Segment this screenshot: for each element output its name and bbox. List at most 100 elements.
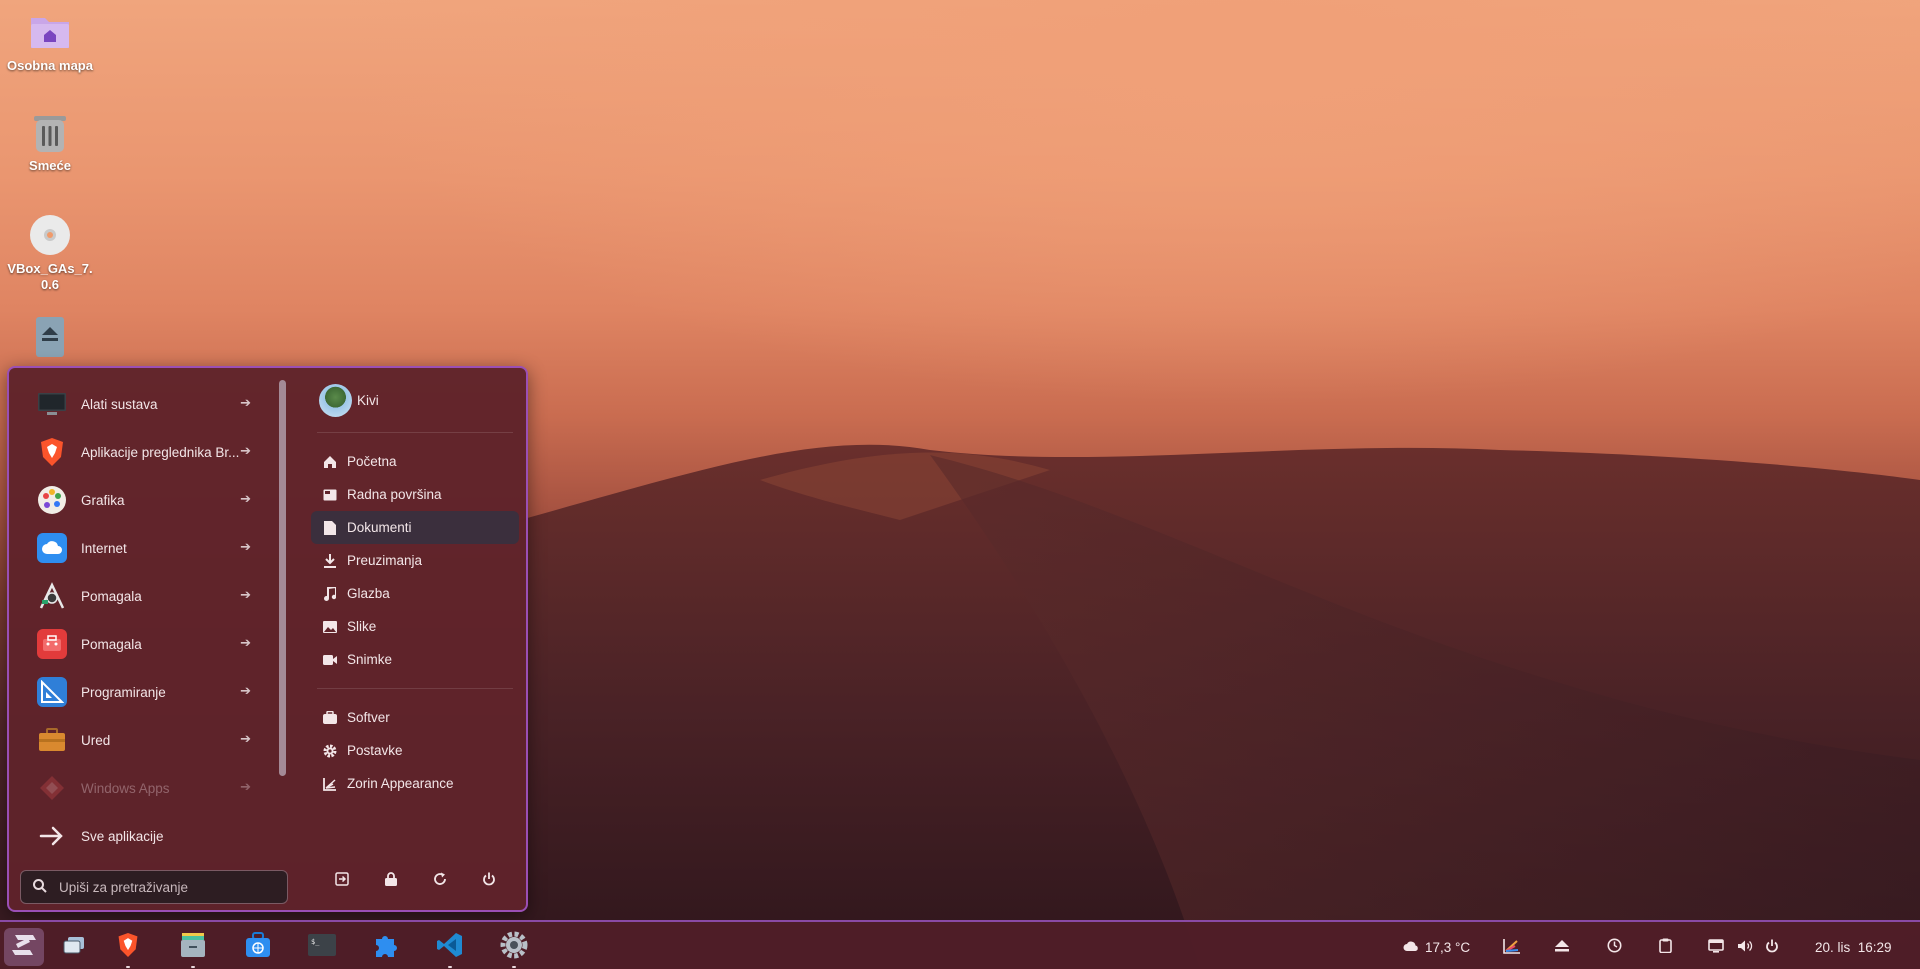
category-accessibility[interactable]: Pomagala ➔: [21, 572, 271, 620]
restart-button[interactable]: [425, 866, 455, 896]
running-indicator: [512, 966, 516, 968]
briefcase-icon: [37, 725, 67, 755]
desktop-icon-label: VBox_GAs_7. 0.6: [7, 261, 93, 292]
logout-button[interactable]: [327, 866, 357, 896]
video-icon: [323, 653, 337, 667]
category-label: Pomagala: [81, 636, 142, 652]
zorin-logo-icon: [10, 933, 38, 962]
tray-eject[interactable]: [1555, 936, 1569, 958]
category-programming[interactable]: Programiranje ➔: [21, 668, 271, 716]
session-buttons: [311, 866, 519, 896]
place-pictures[interactable]: Slike: [311, 610, 519, 643]
taskbar-settings[interactable]: [494, 928, 534, 968]
arrow-right-icon: [37, 821, 67, 851]
taskbar-software-store[interactable]: [238, 928, 278, 966]
place-label: Preuzimanja: [347, 553, 423, 568]
tray-power[interactable]: [1765, 936, 1779, 958]
arrow-right-icon: ➔: [240, 635, 251, 650]
category-system-tools[interactable]: Alati sustava ➔: [21, 380, 271, 428]
trash-icon: [28, 110, 72, 154]
divider: [317, 432, 513, 433]
cloud-sun-icon: [1403, 939, 1419, 956]
desktop-icon-drive[interactable]: [0, 315, 100, 363]
category-label: Aplikacije preglednika Br...: [81, 444, 240, 460]
running-indicator: [448, 966, 452, 968]
category-list: Alati sustava ➔ Aplikacije preglednika B…: [21, 380, 271, 860]
accessibility-tools-icon: [37, 581, 67, 611]
category-label: Ured: [81, 732, 111, 748]
place-label: Slike: [347, 619, 377, 634]
place-home[interactable]: Početna: [311, 445, 519, 478]
desktop-icon-vbox-disc[interactable]: VBox_GAs_7. 0.6: [0, 213, 100, 293]
place-settings[interactable]: Postavke: [311, 734, 519, 767]
category-utilities[interactable]: Pomagala ➔: [21, 620, 271, 668]
place-desktop[interactable]: Radna površina: [311, 478, 519, 511]
tray-clipboard[interactable]: [1659, 936, 1672, 958]
monitor-icon: [37, 389, 67, 419]
lock-icon: [384, 871, 397, 891]
category-internet[interactable]: Internet ➔: [21, 524, 271, 572]
home-folder-icon: [28, 10, 72, 54]
category-label: Pomagala: [81, 588, 142, 604]
category-scrollbar[interactable]: [279, 380, 286, 776]
network-icon: [1708, 938, 1724, 956]
weather-indicator[interactable]: 17,3 °C: [1403, 936, 1470, 958]
gear-icon: [500, 931, 528, 964]
brave-icon: [116, 931, 140, 964]
taskbar-files[interactable]: [173, 928, 213, 968]
place-music[interactable]: Glazba: [311, 577, 519, 610]
user-name: Kivi: [357, 392, 379, 408]
place-label: Softver: [347, 710, 390, 725]
gear-icon: [323, 744, 337, 758]
category-office[interactable]: Ured ➔: [21, 716, 271, 764]
eject-drive-icon: [28, 315, 72, 359]
place-videos[interactable]: Snimke: [311, 643, 519, 676]
search-field[interactable]: [20, 870, 288, 904]
category-windows-apps[interactable]: Windows Apps ➔: [21, 764, 271, 812]
taskbar-vscode[interactable]: [430, 928, 470, 968]
taskbar-terminal[interactable]: $_: [302, 928, 342, 966]
taskbar-workspaces[interactable]: [54, 928, 94, 966]
place-label: Glazba: [347, 586, 390, 601]
power-icon: [482, 872, 496, 891]
power-button[interactable]: [474, 866, 504, 896]
ruler-triangle-icon: [37, 677, 67, 707]
place-label: Zorin Appearance: [347, 776, 454, 791]
desktop-icon-trash[interactable]: Smeće: [0, 110, 100, 173]
workspaces-icon: [62, 935, 86, 960]
all-apps-button[interactable]: Sve aplikacije: [21, 812, 271, 860]
tray-clock-app[interactable]: [1607, 936, 1622, 958]
place-zorin-appearance[interactable]: Zorin Appearance: [311, 767, 519, 800]
place-downloads[interactable]: Preuzimanja: [311, 544, 519, 577]
desktop-icon-home-folder[interactable]: Osobna mapa: [0, 10, 100, 73]
all-apps-label: Sve aplikacije: [81, 828, 164, 844]
tray-appearance[interactable]: [1503, 936, 1521, 958]
taskbar-brave[interactable]: [108, 928, 148, 968]
category-brave-apps[interactable]: Aplikacije preglednika Br... ➔: [21, 428, 271, 476]
arrow-right-icon: ➔: [240, 395, 251, 410]
tray-datetime[interactable]: 20. lis 16:29: [1815, 936, 1892, 958]
tray-network[interactable]: [1708, 936, 1724, 958]
place-label: Postavke: [347, 743, 403, 758]
category-label: Windows Apps: [81, 780, 170, 796]
lock-button[interactable]: [376, 866, 406, 896]
arrow-right-icon: ➔: [240, 683, 251, 698]
windows-apps-icon: [37, 773, 67, 803]
arrow-right-icon: ➔: [240, 443, 251, 458]
download-icon: [323, 553, 337, 568]
search-input[interactable]: [59, 879, 259, 895]
speaker-icon: [1737, 939, 1753, 956]
cloud-icon: [37, 533, 67, 563]
appearance-icon: [323, 777, 337, 791]
place-label: Dokumenti: [347, 520, 412, 535]
desktop-icon: [323, 488, 337, 502]
place-documents[interactable]: Dokumenti: [311, 511, 519, 544]
tray-volume[interactable]: [1737, 936, 1753, 958]
svg-text:$_: $_: [311, 938, 320, 946]
place-software[interactable]: Softver: [311, 701, 519, 734]
user-account[interactable]: Kivi: [311, 380, 519, 420]
taskbar-extensions[interactable]: [366, 928, 406, 966]
weather-temp: 17,3 °C: [1425, 939, 1471, 955]
category-graphics[interactable]: Grafika ➔: [21, 476, 271, 524]
zorin-menu-button[interactable]: [4, 928, 44, 966]
